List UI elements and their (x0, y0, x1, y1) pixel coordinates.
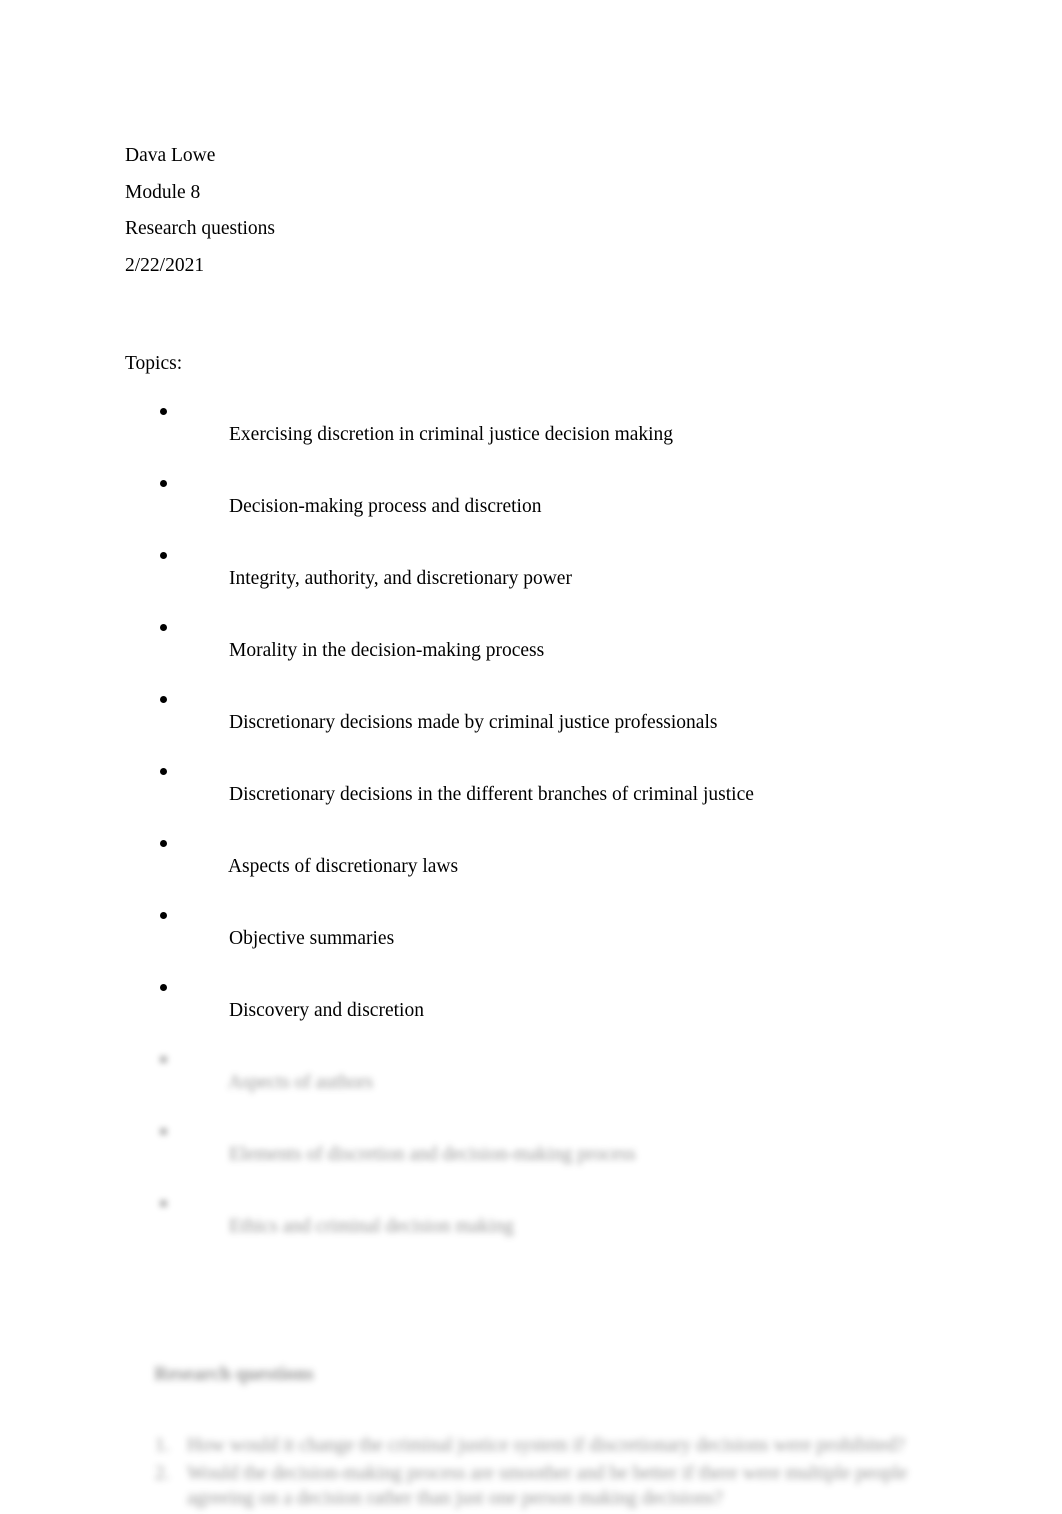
topic-item: Discovery and discretion (125, 975, 945, 1047)
topic-item-text: Discovery and discretion (229, 1000, 424, 1021)
document-header: Dava Lowe Module 8 Research questions 2/… (125, 138, 945, 284)
topics-list: Exercising discretion in criminal justic… (125, 399, 945, 1263)
topic-item-text: Integrity, authority, and discretionary … (229, 568, 572, 589)
document-body: Dava Lowe Module 8 Research questions 2/… (125, 138, 945, 1514)
topic-item-text: Aspects of authors (227, 1072, 374, 1093)
topic-item-text: Elements of discretion and decision-maki… (229, 1144, 636, 1165)
date-line: 2/22/2021 (125, 254, 205, 276)
topic-item-text: Decision-making process and discretion (229, 496, 542, 517)
research-question-text: How would it change the criminal justice… (187, 1435, 906, 1456)
topic-item-obscured: Aspects of authors (125, 1047, 945, 1119)
topic-item-text: Aspects of discretionary laws (227, 856, 459, 877)
research-questions-heading-text: Research questions (154, 1364, 314, 1385)
topic-item-text: Discretionary decisions made by criminal… (229, 712, 718, 733)
assignment-line: Research questions (125, 218, 276, 239)
topic-item-obscured: Ethics and criminal decision making (125, 1191, 945, 1263)
topic-item: Discretionary decisions in the different… (125, 759, 945, 831)
topic-item: Discretionary decisions made by criminal… (125, 687, 945, 759)
document-page: Dava Lowe Module 8 Research questions 2/… (0, 0, 1062, 1509)
topic-item: Objective summaries (125, 903, 945, 975)
research-question-item: How would it change the criminal justice… (125, 1433, 945, 1459)
module-line: Module 8 (125, 181, 201, 203)
topic-item-text: Morality in the decision-making process (229, 640, 545, 661)
topic-item-text: Discretionary decisions in the different… (229, 784, 754, 805)
topics-label: Topics: (125, 353, 183, 374)
topic-item-text: Exercising discretion in criminal justic… (229, 424, 674, 445)
topic-item: Morality in the decision-making process (125, 615, 945, 687)
research-question-text: Would the decision-making process are sm… (187, 1462, 908, 1510)
research-questions-heading: Research questions (125, 1339, 945, 1411)
research-questions-list: How would it change the criminal justice… (125, 1433, 945, 1512)
topic-item-text: Ethics and criminal decision making (229, 1216, 514, 1237)
topic-item: Integrity, authority, and discretionary … (125, 543, 945, 615)
topic-item: Aspects of discretionary laws (125, 831, 945, 903)
topic-item-text: Objective summaries (229, 928, 395, 949)
author-line: Dava Lowe (125, 145, 216, 166)
topic-item: Decision-making process and discretion (125, 471, 945, 543)
topic-item: Exercising discretion in criminal justic… (125, 399, 945, 471)
research-question-item: Would the decision-making process are sm… (125, 1461, 945, 1512)
topic-item-obscured: Elements of discretion and decision-maki… (125, 1119, 945, 1191)
